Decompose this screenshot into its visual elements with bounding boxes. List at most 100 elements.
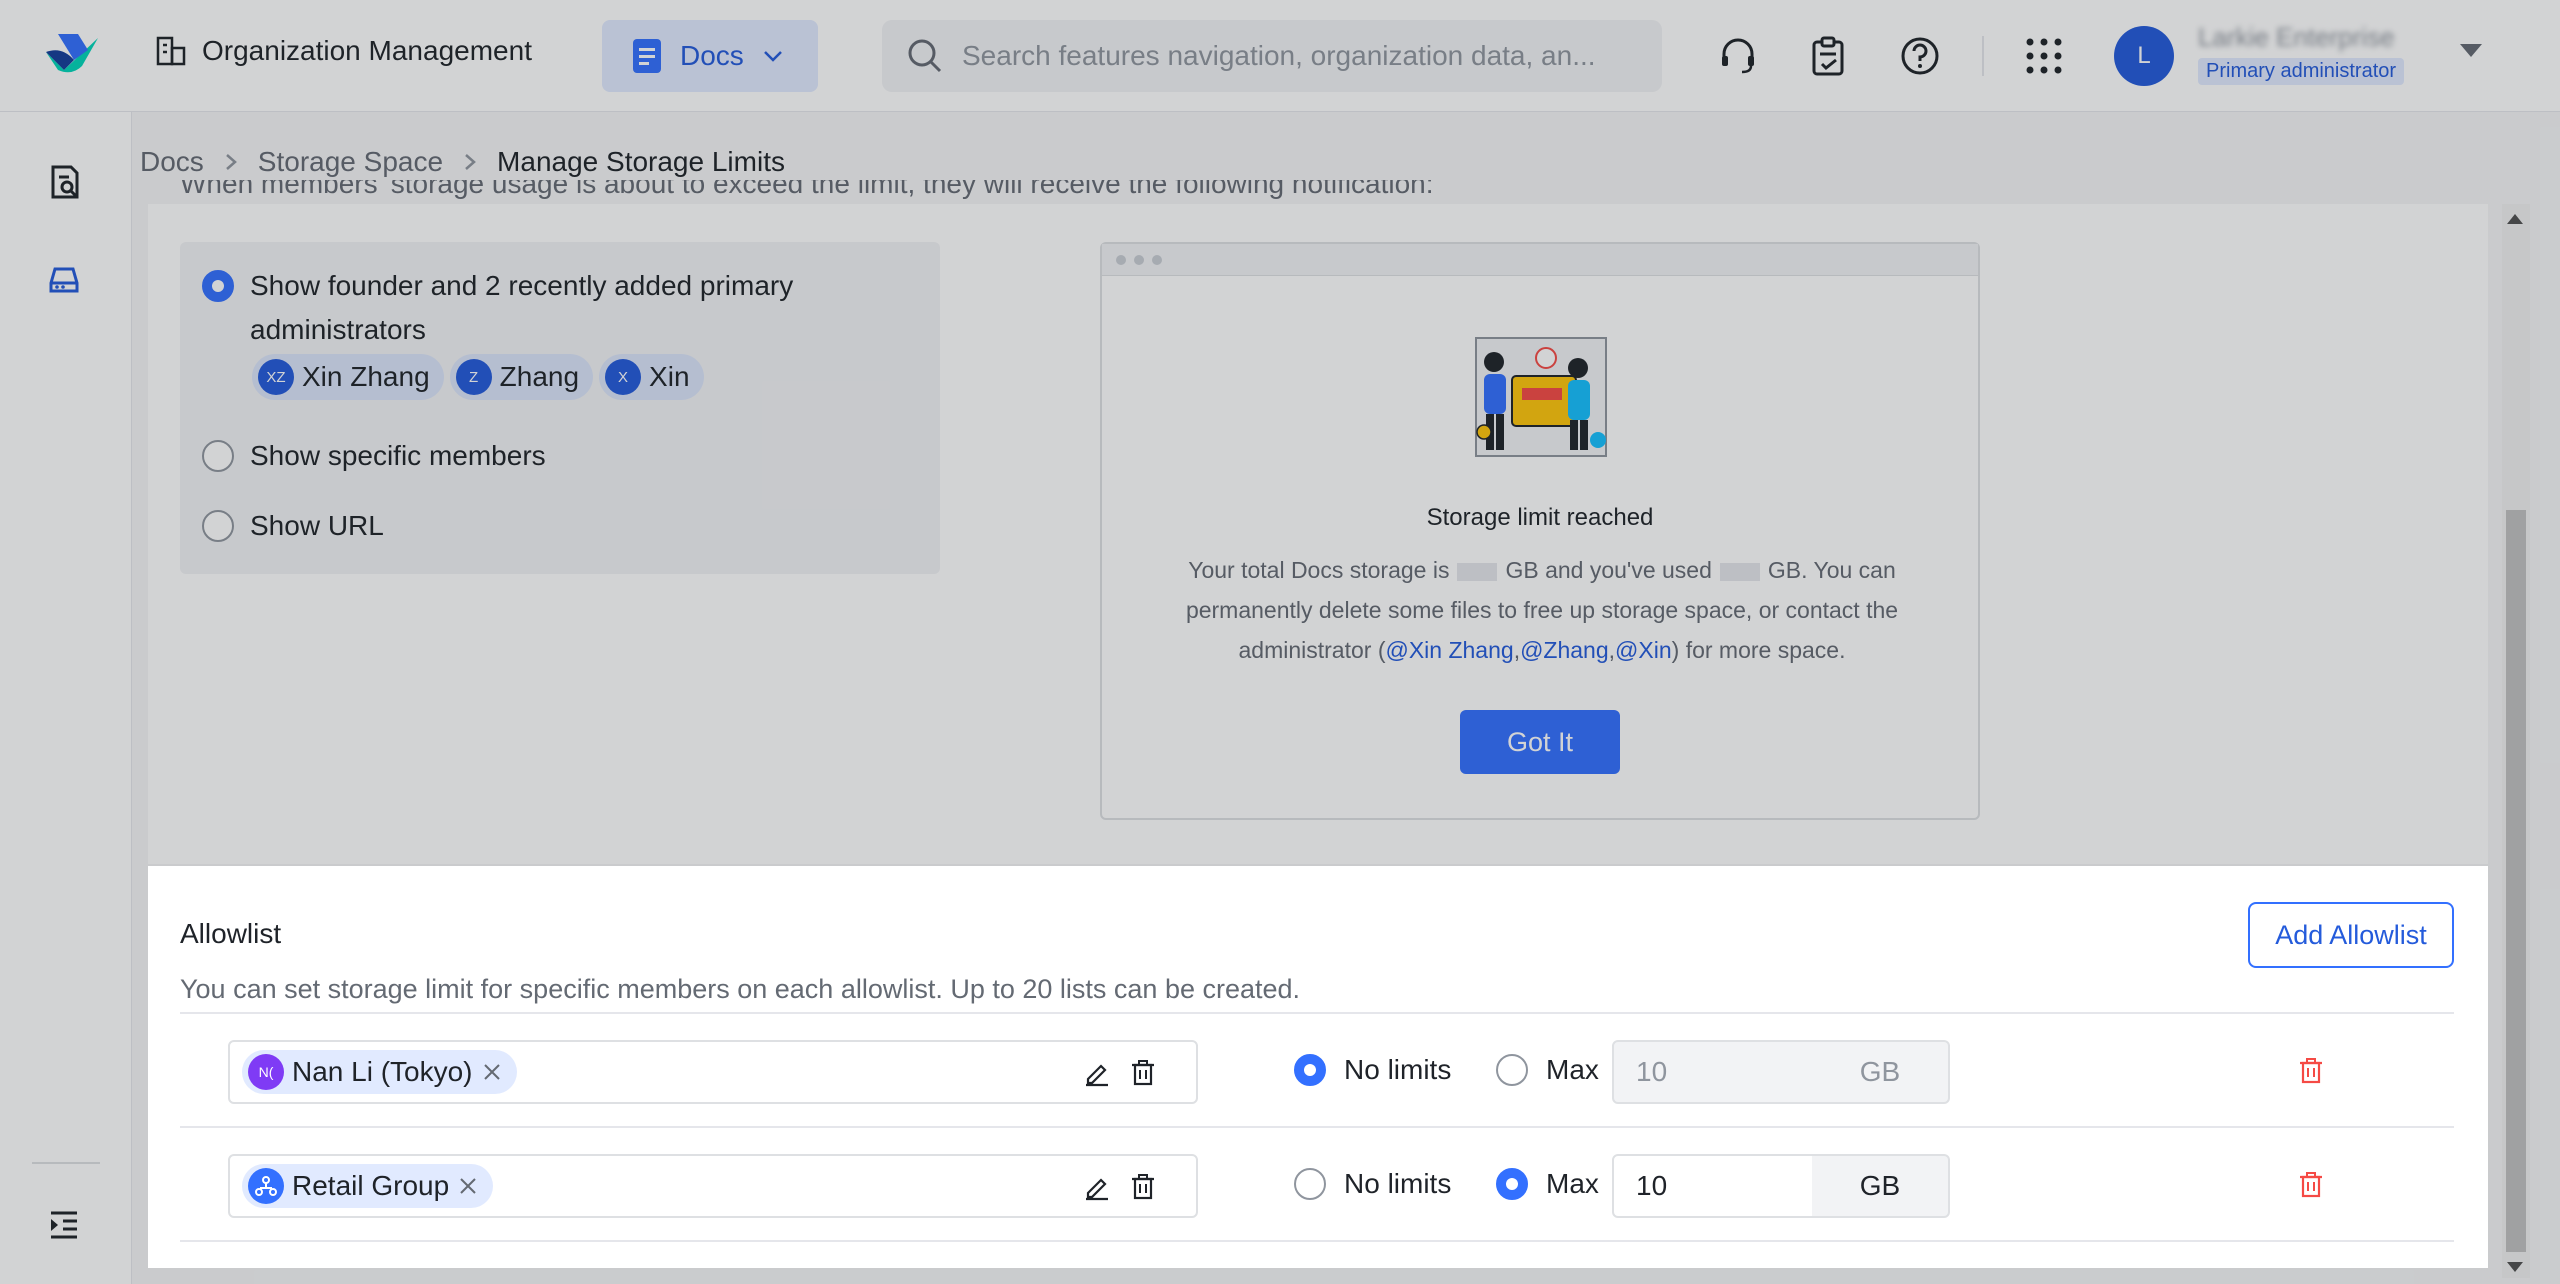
max-size-input[interactable] (1612, 1154, 1814, 1218)
global-search[interactable] (882, 20, 1662, 92)
user-menu-caret-icon[interactable] (2460, 44, 2482, 57)
unit-label: GB (1812, 1154, 1950, 1218)
admin-name: Zhang (499, 361, 580, 392)
unit-label: GB (1812, 1040, 1950, 1104)
breadcrumb: Docs Storage Space Manage Storage Limits (140, 146, 785, 178)
no-limits-option[interactable]: No limits (1294, 1054, 1451, 1086)
docs-search-file-icon[interactable] (44, 162, 84, 202)
max-label: Max (1546, 1168, 1599, 1199)
allowlist-section: Allowlist You can set storage limit for … (148, 866, 2488, 1268)
help-icon[interactable] (1898, 34, 1942, 78)
mention: @Xin Zhang (1385, 637, 1514, 663)
max-option[interactable]: Max (1496, 1054, 1599, 1086)
user-role-badge: Primary administrator (2198, 58, 2405, 85)
delete-members-icon[interactable] (1128, 1172, 1158, 1202)
radio-unselected[interactable] (202, 440, 234, 472)
mention: @Zhang (1520, 637, 1609, 663)
scroll-up-arrow-icon[interactable] (2507, 214, 2523, 224)
notification-options-panel: Show founder and 2 recently added primar… (180, 242, 940, 574)
max-label: Max (1546, 1054, 1599, 1085)
scrollbar-thumb[interactable] (2506, 510, 2526, 1252)
no-limits-label: No limits (1344, 1168, 1452, 1199)
storage-full-illustration-icon (1475, 337, 1607, 457)
option-label: Show URL (250, 510, 384, 541)
admin-name: Xin (649, 361, 690, 392)
building-icon (156, 36, 186, 66)
option-show-url[interactable]: Show URL (202, 510, 850, 548)
row-divider (180, 1126, 2454, 1128)
max-size-input (1612, 1040, 1814, 1104)
admin-chip: Z Zhang (449, 354, 594, 400)
app-grid-icon[interactable] (2022, 34, 2066, 78)
admin-chip: XZ Xin Zhang (252, 354, 444, 400)
got-it-button[interactable]: Got It (1460, 710, 1620, 774)
allowlist-description: You can set storage limit for specific m… (180, 974, 1301, 1004)
no-limits-option[interactable]: No limits (1294, 1168, 1451, 1200)
radio-selected[interactable] (1294, 1054, 1326, 1086)
group-icon (248, 1168, 284, 1204)
headset-icon[interactable] (1716, 34, 1760, 78)
sidebar-divider (32, 1162, 100, 1164)
breadcrumb-docs[interactable]: Docs (140, 146, 204, 178)
expand-sidebar-icon[interactable] (44, 1204, 84, 1244)
product-switch-docs[interactable]: Docs (602, 20, 818, 92)
storage-drive-icon[interactable] (44, 260, 84, 300)
top-bar: Organization Management Docs Search feat… (0, 0, 2560, 112)
breadcrumb-current: Manage Storage Limits (497, 146, 785, 177)
avatar: X (605, 359, 642, 395)
remove-member-icon[interactable] (457, 1175, 479, 1197)
chevron-right-icon (218, 149, 244, 175)
avatar: Z (455, 359, 492, 395)
avatar: N( (248, 1054, 284, 1090)
option-label: Show specific members (250, 440, 546, 471)
user-avatar[interactable]: L (2114, 26, 2174, 86)
edit-icon[interactable] (1082, 1058, 1112, 1088)
approval-clipboard-icon[interactable] (1806, 34, 1850, 78)
breadcrumb-storage-space[interactable]: Storage Space (258, 146, 443, 178)
radio-unselected[interactable] (1496, 1054, 1528, 1086)
org-title-text: Organization Management (202, 35, 532, 66)
org-management-title[interactable]: Organization Management (154, 34, 532, 68)
radio-unselected[interactable] (1294, 1168, 1326, 1200)
preview-title: Storage limit reached (1426, 504, 1654, 531)
search-input[interactable] (962, 40, 1602, 72)
admin-chip: X Xin (599, 354, 704, 400)
preview-window-bar (1102, 244, 1978, 276)
chevron-right-icon (457, 149, 483, 175)
mention: @Xin (1615, 637, 1672, 663)
remove-member-icon[interactable] (481, 1061, 503, 1083)
top-divider (1982, 36, 1984, 76)
option-label: Show founder and 2 recently added primar… (250, 270, 794, 345)
add-allowlist-button[interactable]: Add Allowlist (2248, 902, 2454, 968)
option-show-founder-admins[interactable]: Show founder and 2 recently added primar… (202, 270, 850, 352)
edit-icon[interactable] (1082, 1172, 1112, 1202)
option-show-specific-members[interactable]: Show specific members (202, 440, 850, 478)
radio-selected[interactable] (202, 270, 234, 302)
radio-unselected[interactable] (202, 510, 234, 542)
scroll-down-arrow-icon[interactable] (2507, 1262, 2523, 1272)
allowlist-title: Allowlist (180, 918, 282, 949)
masked-value (1719, 562, 1760, 581)
avatar: XZ (258, 359, 294, 395)
member-name: Retail Group (292, 1170, 450, 1201)
masked-value (1457, 562, 1498, 581)
product-switch-label: Docs (680, 40, 744, 71)
member-selector[interactable]: N( Nan Li (Tokyo) (228, 1040, 1198, 1104)
row-divider (180, 1012, 2454, 1014)
row-divider (180, 1240, 2454, 1242)
admin-name: Xin Zhang (302, 361, 430, 392)
delete-row-icon[interactable] (2296, 1170, 2326, 1200)
delete-row-icon[interactable] (2296, 1056, 2326, 1086)
member-chip: N( Nan Li (Tokyo) (242, 1050, 517, 1094)
lark-logo-icon[interactable] (44, 30, 100, 78)
member-chip: Retail Group (242, 1164, 494, 1208)
sidebar (0, 112, 132, 1284)
radio-selected[interactable] (1496, 1168, 1528, 1200)
notification-description: When members' storage usage is about to … (180, 180, 1434, 199)
member-selector[interactable]: Retail Group (228, 1154, 1198, 1218)
notification-preview: Storage limit reached Your total Docs st… (1100, 242, 1980, 820)
search-icon (908, 39, 942, 73)
delete-members-icon[interactable] (1128, 1058, 1158, 1088)
max-option[interactable]: Max (1496, 1168, 1599, 1200)
preview-body: Your total Docs storage is GB and you've … (1185, 557, 1899, 663)
